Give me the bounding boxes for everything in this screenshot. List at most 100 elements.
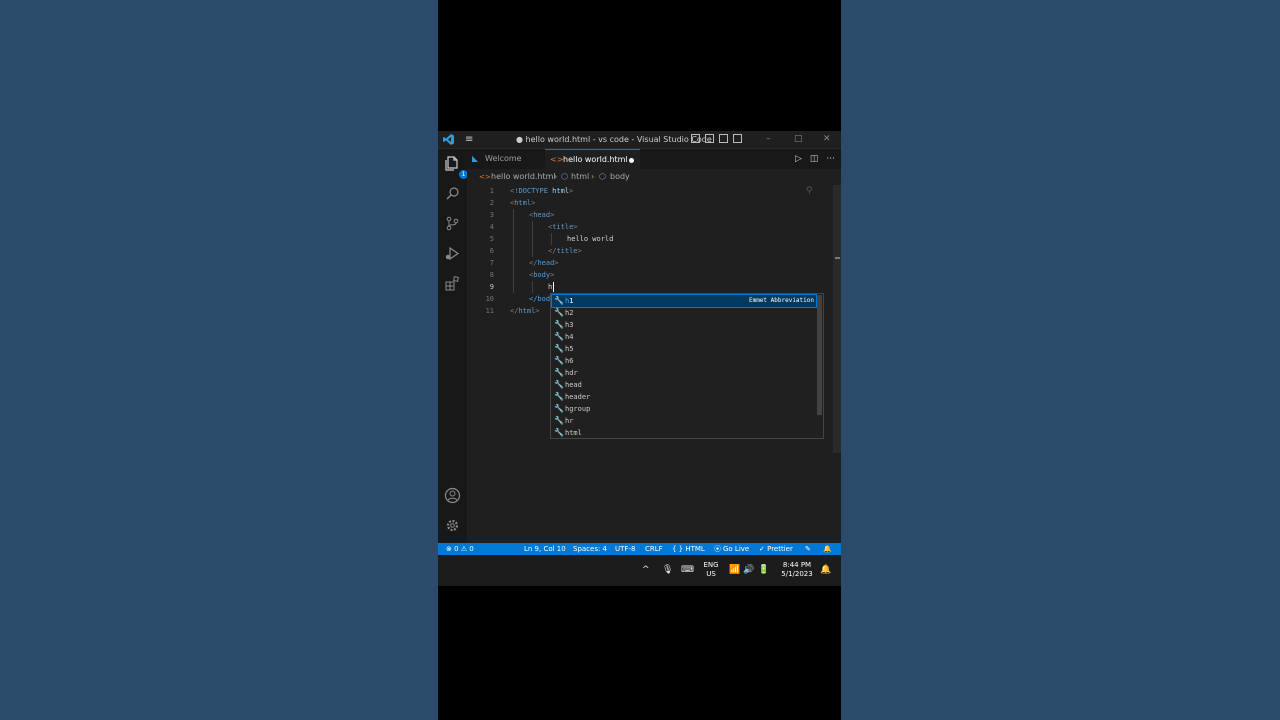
title-bar: ≡ ● hello world.html - vs code - Visual … (438, 131, 841, 149)
suggestion-item[interactable]: 🔧 h3 (552, 319, 816, 331)
menu-icon[interactable]: ≡ (465, 134, 473, 145)
suggestion-item[interactable]: 🔧 h4 (552, 331, 816, 343)
tab-hello-world-html[interactable]: <> hello world.html (545, 149, 640, 169)
window-title: ● hello world.html - vs code - Visual St… (516, 135, 712, 144)
element-icon: ⬡ (599, 172, 606, 181)
prettier-status[interactable]: ✓ Prettier (759, 543, 793, 555)
extensions-icon[interactable] (444, 275, 461, 292)
maximize-button[interactable]: □ (794, 133, 803, 145)
account-icon[interactable] (444, 487, 461, 504)
suggestion-label: header (565, 393, 591, 401)
problems-indicator[interactable]: ⊗ 0 ⚠ 0 (446, 543, 474, 555)
suggestion-label-rest: 1 (569, 297, 574, 305)
punct: > (550, 271, 555, 279)
customize-layout-icon[interactable] (733, 134, 742, 143)
files-icon[interactable]: 1 (444, 155, 468, 179)
keyboard-icon[interactable]: ⌨ (681, 555, 694, 586)
suggestion-label: hdr (565, 369, 578, 377)
background-left (0, 0, 438, 720)
wifi-icon[interactable]: 📶 (729, 555, 740, 586)
indent-guide (513, 209, 514, 293)
tab-welcome[interactable]: ◣ Welcome (467, 149, 545, 169)
wrench-icon: 🔧 (554, 356, 564, 365)
punct: > (550, 211, 555, 219)
suggestion-label: h6 (565, 357, 574, 365)
indent-guide (532, 281, 533, 293)
settings-gear-icon[interactable] (444, 517, 461, 534)
punct: > (554, 259, 559, 267)
breadcrumb-body[interactable]: body (610, 169, 630, 185)
line-number: 3 (489, 211, 494, 219)
search-icon[interactable] (444, 185, 461, 202)
go-live-button[interactable]: Go Live (723, 543, 749, 555)
breadcrumb-separator: › (554, 172, 558, 181)
toggle-primary-sidebar-icon[interactable] (691, 134, 700, 143)
more-actions-icon[interactable]: ··· (826, 153, 835, 165)
indentation[interactable]: Spaces: 4 (573, 543, 607, 555)
minimize-button[interactable]: – (766, 133, 771, 145)
wrench-icon: 🔧 (554, 332, 564, 341)
volume-icon[interactable]: 🔊 (743, 555, 754, 586)
notification-center-icon[interactable]: 🔔 (820, 555, 831, 586)
wrench-icon: 🔧 (554, 428, 564, 437)
tag-name: head (537, 259, 555, 267)
language-code: ENG (703, 561, 719, 569)
split-editor-icon[interactable]: ◫ (810, 153, 819, 165)
notifications-bell-icon[interactable]: 🔔 (823, 543, 832, 555)
doctype-keyword: DOCTYPE (518, 187, 548, 195)
code-line: </head> (529, 257, 559, 269)
html-file-icon: <> (550, 155, 564, 164)
battery-icon[interactable]: 🔋 (758, 555, 769, 586)
line-number: 7 (489, 259, 494, 267)
suggestion-item[interactable]: 🔧 h5 (552, 343, 816, 355)
suggestion-item[interactable]: 🔧 hdr (552, 367, 816, 379)
suggestion-item[interactable]: 🔧 head (552, 379, 816, 391)
clock-date: 5/1/2023 (781, 570, 813, 578)
background-right (841, 0, 1280, 720)
cursor-position[interactable]: Ln 9, Col 10 (524, 543, 566, 555)
breadcrumb-html[interactable]: html (571, 169, 589, 185)
punct: > (569, 187, 574, 195)
editor-scrollbar[interactable] (833, 185, 841, 453)
clock-time: 8:44 PM (782, 561, 812, 569)
suggestion-item[interactable]: 🔧 header (552, 391, 816, 403)
toggle-panel-icon[interactable] (705, 134, 714, 143)
suggestion-item[interactable]: 🔧 h6 (552, 355, 816, 367)
overview-ruler-mark (835, 257, 840, 259)
line-number: 11 (485, 307, 494, 315)
source-control-icon[interactable] (444, 215, 461, 232)
unsaved-dot-icon[interactable] (629, 158, 634, 163)
breadcrumb-file[interactable]: hello world.html (491, 169, 556, 185)
line-number: 2 (489, 199, 494, 207)
tag-name: title (552, 223, 574, 231)
suggestion-label: h5 (565, 345, 574, 353)
code-line: hello world (567, 235, 614, 243)
suggestion-label: hgroup (565, 405, 591, 413)
feedback-icon[interactable]: ✎ (805, 543, 811, 555)
run-debug-icon[interactable] (444, 245, 461, 262)
wrench-icon: 🔧 (554, 320, 564, 329)
microphone-icon[interactable]: 🎙 (662, 555, 673, 586)
status-bar: ⊗ 0 ⚠ 0 Ln 9, Col 10 Spaces: 4 UTF-8 CRL… (438, 543, 841, 555)
suggestion-item[interactable]: 🔧 hgroup (552, 403, 816, 415)
language-mode[interactable]: { } HTML (672, 543, 705, 555)
indent-guide (532, 221, 533, 257)
copilot-icon[interactable]: ⚲ (806, 186, 813, 196)
run-icon[interactable]: ▷ (795, 153, 802, 165)
line-ending[interactable]: CRLF (645, 543, 663, 555)
layout-controls (691, 134, 742, 145)
encoding[interactable]: UTF-8 (615, 543, 635, 555)
close-button[interactable]: ✕ (823, 133, 831, 145)
suggestion-item[interactable]: 🔧 html (552, 427, 816, 439)
breadcrumb-separator: › (591, 172, 595, 181)
input-language[interactable]: ENG US (700, 561, 722, 579)
suggestion-item[interactable]: 🔧 hr (552, 415, 816, 427)
toggle-secondary-sidebar-icon[interactable] (719, 134, 728, 143)
suggestion-item[interactable]: 🔧 h2 (552, 307, 816, 319)
suggestion-label: h4 (565, 333, 574, 341)
suggestion-scrollbar[interactable] (817, 295, 822, 415)
show-hidden-icons-chevron[interactable]: ^ (642, 555, 650, 586)
system-clock[interactable]: 8:44 PM 5/1/2023 (778, 561, 816, 579)
autocomplete-popup: 🔧 h1 Emmet Abbreviation 🔧 h2 🔧 h3 🔧 h4 🔧 h5 … (550, 293, 824, 439)
suggestion-item-selected[interactable]: 🔧 h1 Emmet Abbreviation (551, 294, 817, 308)
